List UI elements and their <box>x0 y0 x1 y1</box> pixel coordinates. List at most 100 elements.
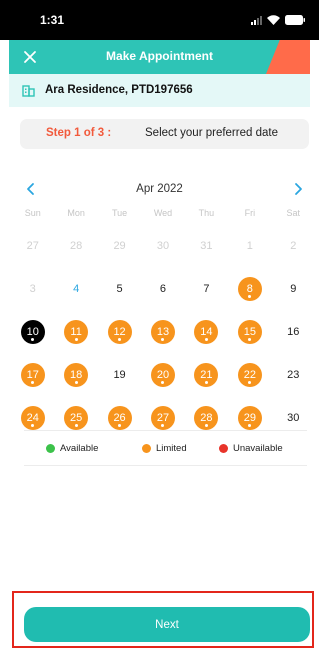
calendar-day-number: 26 <box>107 405 132 430</box>
calendar-day[interactable]: 12 <box>98 310 141 353</box>
calendar-day-number: 27 <box>150 405 175 430</box>
calendar-day: 28 <box>54 224 97 267</box>
calendar-day: 9 <box>272 267 315 310</box>
calendar-day-number: 13 <box>150 319 175 344</box>
calendar-day-number: 25 <box>64 405 89 430</box>
legend-label: Limited <box>156 443 187 454</box>
next-button-highlight: Next <box>12 591 314 648</box>
calendar-day-number: 2 <box>290 239 297 252</box>
status-icons <box>251 15 305 25</box>
calendar-day: 27 <box>11 224 54 267</box>
app-header: Make Appointment <box>9 40 310 74</box>
calendar-day-number: 22 <box>237 362 262 387</box>
legend-available: Available <box>46 443 98 454</box>
step-instruction: Select your preferred date <box>145 127 278 139</box>
calendar-day-number: 10 <box>20 319 45 344</box>
calendar-day: 31 <box>185 224 228 267</box>
calendar-day: 7 <box>185 267 228 310</box>
weekday-label: Sat <box>286 208 301 218</box>
legend-limited: Limited <box>142 443 187 454</box>
calendar-day[interactable]: 8 <box>228 267 271 310</box>
calendar-day-number: 19 <box>113 368 126 381</box>
weekday-label: Tue <box>111 208 128 218</box>
calendar-day-number: 27 <box>26 239 39 252</box>
building-icon <box>22 84 35 102</box>
calendar-day-number: 11 <box>64 319 89 344</box>
calendar-day-number: 18 <box>64 362 89 387</box>
calendar-day-number: 24 <box>20 405 45 430</box>
calendar-day[interactable]: 15 <box>228 310 271 353</box>
calendar-day-number: 20 <box>150 362 175 387</box>
status-time: 1:31 <box>40 13 65 27</box>
calendar-day-number: 29 <box>237 405 262 430</box>
calendar-month-label[interactable]: Apr 2022 <box>9 183 310 195</box>
residence-name: Ara Residence, PTD197656 <box>45 84 193 96</box>
calendar-day: 19 <box>98 353 141 396</box>
calendar-day-number: 9 <box>290 282 297 295</box>
page-title: Make Appointment <box>106 49 213 63</box>
calendar-day[interactable]: 11 <box>54 310 97 353</box>
calendar-navigation: Apr 2022 <box>9 177 310 201</box>
weekday-header: Sun Mon Tue Wed Thu Fri Sat <box>11 208 315 218</box>
next-button[interactable]: Next <box>24 607 310 642</box>
calendar-day[interactable]: 10 <box>11 310 54 353</box>
calendar-day-number: 6 <box>159 282 167 295</box>
calendar-day: 23 <box>272 353 315 396</box>
calendar-day-number: 31 <box>200 239 213 252</box>
calendar-day-number: 12 <box>107 319 132 344</box>
weekday-label: Sun <box>24 208 41 218</box>
calendar-day[interactable]: 17 <box>11 353 54 396</box>
weekday-label: Wed <box>153 208 173 218</box>
step-indicator: Step 1 of 3 : Select your preferred date <box>20 119 309 149</box>
limited-dot-icon <box>142 444 151 453</box>
calendar-day: 29 <box>98 224 141 267</box>
calendar-day: 30 <box>141 224 184 267</box>
calendar-day-number: 17 <box>20 362 45 387</box>
calendar-day-number: 7 <box>203 282 210 295</box>
calendar-day-number: 8 <box>237 276 262 301</box>
calendar-day: 2 <box>272 224 315 267</box>
next-month-button[interactable] <box>290 181 306 197</box>
calendar-day[interactable]: 18 <box>54 353 97 396</box>
calendar-day[interactable]: 22 <box>228 353 271 396</box>
calendar-grid: 27 28 29 30 31 1 2 3 4 5 6 7 8 9 10 11 12 13 14 15 16 17 18 19 2… <box>11 224 315 439</box>
calendar-day[interactable]: 21 <box>185 353 228 396</box>
weekday-label: Mon <box>67 208 85 218</box>
calendar-day: 6 <box>141 267 184 310</box>
chevron-right-icon <box>295 183 302 195</box>
calendar-day-number: 16 <box>287 325 300 338</box>
calendar-day-number: 3 <box>29 282 36 295</box>
unavailable-dot-icon <box>219 444 228 453</box>
calendar-day-number: 21 <box>194 362 219 387</box>
residence-bar: Ara Residence, PTD197656 <box>9 74 310 107</box>
legend-label: Unavailable <box>233 443 283 454</box>
weekday-label: Thu <box>198 208 215 218</box>
calendar-day-number: 5 <box>116 282 123 295</box>
calendar-day: 4 <box>54 267 97 310</box>
calendar-day-number: 15 <box>237 319 262 344</box>
step-label: Step 1 of 3 : <box>46 127 112 139</box>
calendar-day-number: 28 <box>70 239 83 252</box>
calendar-day-number: 23 <box>287 368 300 381</box>
available-dot-icon <box>46 444 55 453</box>
wifi-icon <box>267 15 280 25</box>
calendar-day-number: 29 <box>113 239 126 252</box>
calendar-day-number: 28 <box>194 405 219 430</box>
calendar-day: 3 <box>11 267 54 310</box>
signal-icon <box>251 16 262 25</box>
legend-label: Available <box>60 443 99 454</box>
availability-legend: Available Limited Unavailable <box>24 430 307 466</box>
calendar-day[interactable]: 20 <box>141 353 184 396</box>
legend-unavailable: Unavailable <box>219 443 283 454</box>
calendar-day-number: 4 <box>73 282 80 295</box>
weekday-label: Fri <box>244 208 256 218</box>
calendar-day: 16 <box>272 310 315 353</box>
calendar-day-number: 1 <box>246 239 253 252</box>
calendar-day-number: 30 <box>287 411 300 424</box>
calendar-day: 5 <box>98 267 141 310</box>
status-bar: 1:31 <box>0 0 319 40</box>
calendar-day-number: 14 <box>194 319 219 344</box>
calendar-day-number: 30 <box>156 239 170 252</box>
calendar-day[interactable]: 14 <box>185 310 228 353</box>
calendar-day[interactable]: 13 <box>141 310 184 353</box>
